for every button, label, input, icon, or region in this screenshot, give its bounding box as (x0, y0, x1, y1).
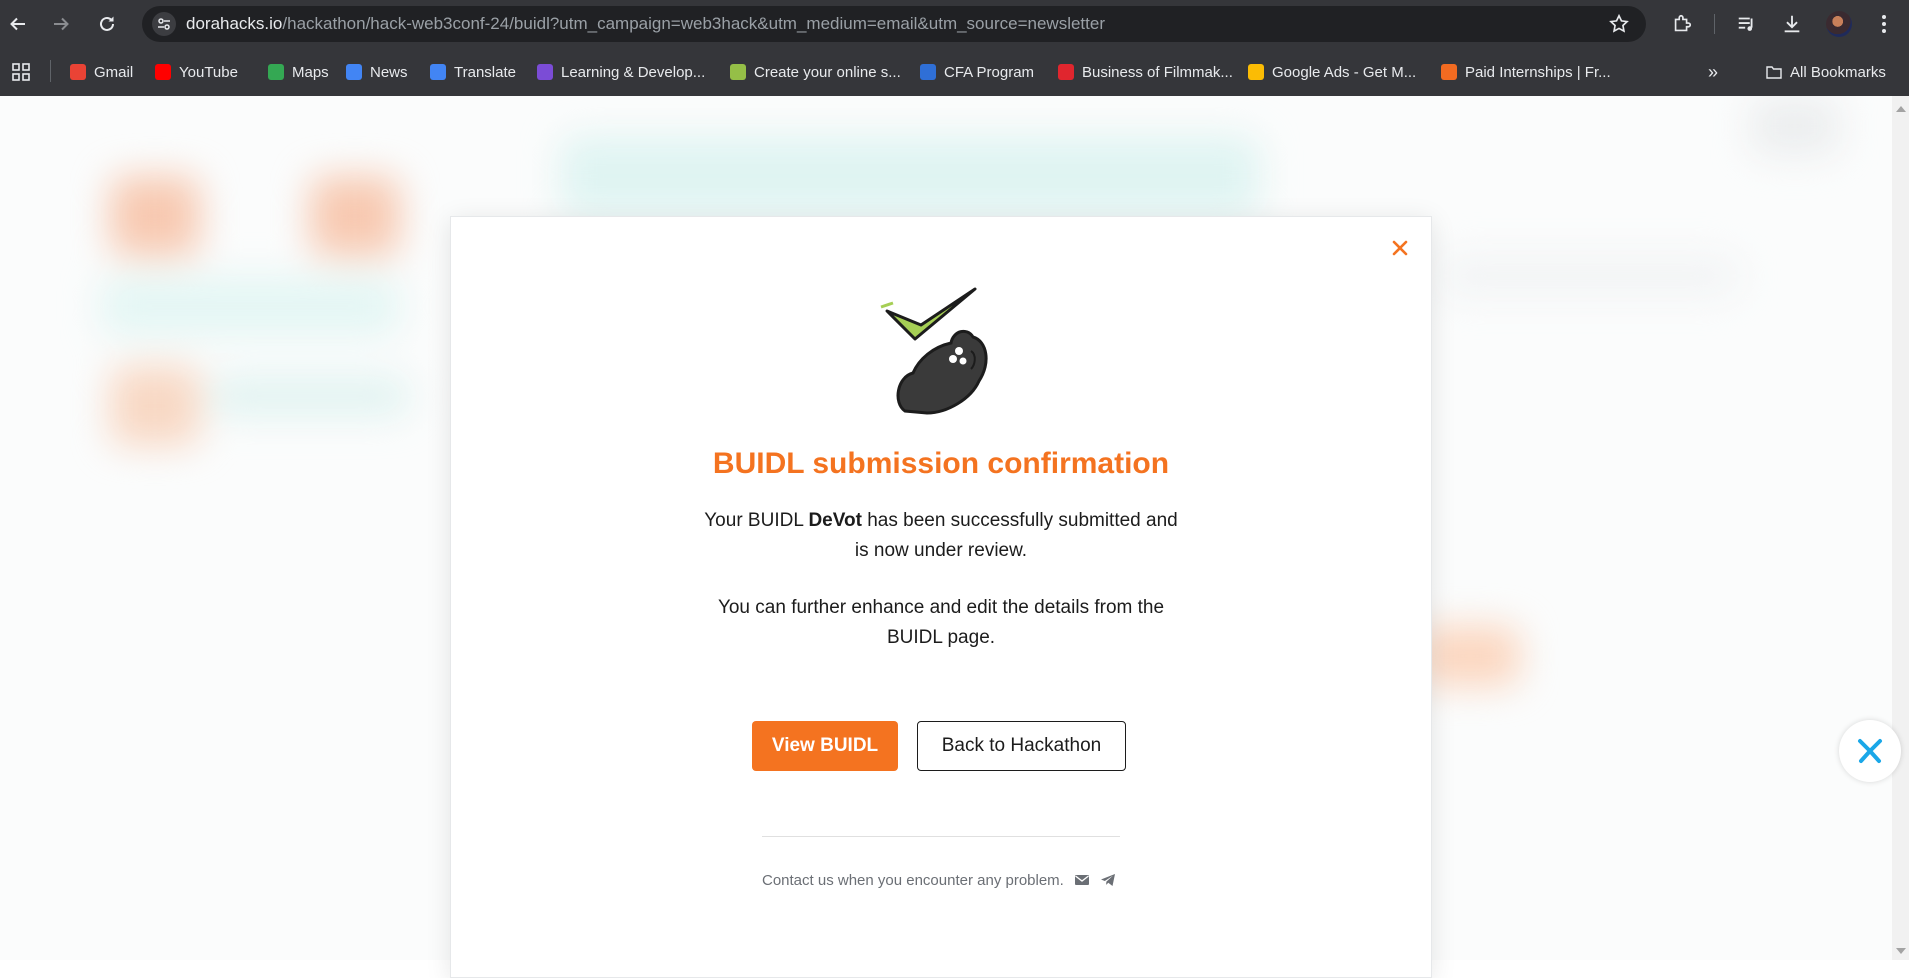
reload-button[interactable] (93, 10, 121, 38)
bookmark-item[interactable]: News (346, 60, 408, 84)
buidl-name: DeVot (808, 510, 862, 531)
reload-icon (100, 16, 114, 31)
downloads-button[interactable] (1778, 10, 1806, 38)
bg-shape (1750, 96, 1840, 156)
bookmark-label: Gmail (94, 63, 134, 81)
bookmark-label: YouTube (179, 63, 238, 81)
telegram-icon[interactable] (1100, 873, 1116, 887)
more-bookmarks-button[interactable]: » (1708, 60, 1718, 84)
scroll-up-arrow-icon[interactable] (1896, 106, 1906, 112)
browser-menu-button[interactable] (1870, 10, 1898, 38)
message-prefix: Your BUIDL (704, 510, 809, 531)
bookmark-star-icon[interactable] (1608, 13, 1630, 40)
message-suffix: has been successfully submitted and is n… (854, 510, 1178, 561)
view-buidl-button[interactable]: View BUIDL (752, 721, 898, 771)
filmmaking-icon (1058, 64, 1074, 80)
address-bar[interactable]: dorahacks.io/hackathon/hack-web3conf-24/… (142, 6, 1646, 42)
forward-button[interactable] (47, 10, 75, 38)
bookmark-item[interactable]: Business of Filmmak... (1058, 60, 1233, 84)
edit-details-message: You can further enhance and edit the det… (717, 597, 1165, 648)
shopify-icon (730, 64, 746, 80)
news-icon (346, 64, 362, 80)
floating-helper-button[interactable] (1839, 720, 1901, 782)
scroll-down-arrow-icon[interactable] (1896, 948, 1906, 954)
bookmark-item[interactable]: Translate (430, 60, 516, 84)
close-icon (1392, 240, 1408, 256)
profile-avatar[interactable] (1826, 11, 1852, 37)
back-button[interactable] (4, 10, 32, 38)
bookmark-label: Learning & Develop... (561, 63, 706, 81)
bookmark-label: Google Ads - Get M... (1272, 63, 1417, 81)
bookmark-label: News (370, 63, 408, 81)
gmail-icon (70, 64, 86, 80)
apps-button[interactable] (12, 60, 30, 84)
browser-toolbar: dorahacks.io/hackathon/hack-web3conf-24/… (0, 0, 1909, 48)
browser-chrome: dorahacks.io/hackathon/hack-web3conf-24/… (0, 0, 1909, 96)
internships-icon (1441, 64, 1457, 80)
footer-divider (762, 836, 1120, 837)
apps-grid-icon (12, 63, 30, 81)
folder-icon (1766, 66, 1782, 79)
bg-shape (110, 176, 200, 256)
bg-shape (1420, 626, 1520, 686)
translate-icon (430, 64, 446, 80)
bookmark-item[interactable]: Maps (268, 60, 329, 84)
bg-shape (210, 376, 410, 416)
contact-footer: Contact us when you encounter any proble… (762, 869, 1116, 891)
url-text[interactable]: dorahacks.io/hackathon/hack-web3conf-24/… (186, 6, 1105, 42)
download-icon (1784, 15, 1800, 33)
url-host: dorahacks.io (186, 14, 283, 33)
bookmark-item[interactable]: Create your online s... (730, 60, 901, 84)
url-path: /hackathon/hack-web3conf-24/buidl?utm_ca… (282, 14, 1105, 33)
maps-icon (268, 64, 284, 80)
learning-icon (537, 64, 553, 80)
more-vert-icon (1882, 15, 1886, 33)
email-icon[interactable] (1074, 873, 1090, 887)
contact-text: Contact us when you encounter any proble… (762, 871, 1064, 889)
bookmark-label: Business of Filmmak... (1082, 63, 1233, 81)
page-scrollbar[interactable] (1892, 96, 1909, 960)
bookmark-item[interactable]: Learning & Develop... (537, 60, 705, 84)
bookmark-item[interactable]: Google Ads - Get M... (1248, 60, 1416, 84)
queue-music-icon (1738, 17, 1753, 31)
back-to-hackathon-button[interactable]: Back to Hackathon (917, 721, 1126, 771)
bookmarks-divider (50, 60, 51, 82)
bookmark-label: Create your online s... (754, 63, 901, 81)
all-bookmarks-folder[interactable]: All Bookmarks (1766, 60, 1886, 84)
bookmark-item[interactable]: YouTube (155, 60, 238, 84)
bookmark-item[interactable]: CFA Program (920, 60, 1034, 84)
close-button[interactable] (1388, 236, 1412, 260)
bookmark-item[interactable]: Gmail (70, 60, 133, 84)
bg-shape (100, 276, 400, 336)
modal-title: BUIDL submission confirmation (712, 447, 1170, 480)
extensions-button[interactable] (1668, 10, 1696, 38)
bg-shape (310, 176, 400, 256)
bookmark-label: Maps (292, 63, 329, 81)
bg-shape (560, 136, 1260, 216)
bookmark-item[interactable]: Paid Internships | Fr... (1441, 60, 1611, 84)
mascot-checkmark-illustration (880, 287, 988, 415)
puzzle-icon (1674, 14, 1692, 32)
bookmark-label: CFA Program (944, 63, 1035, 81)
chevron-double-right-icon: » (1708, 61, 1719, 82)
bg-shape (1440, 256, 1740, 296)
youtube-icon (155, 64, 171, 80)
butterfly-icon (1858, 739, 1882, 763)
bookmark-label: Paid Internships | Fr... (1465, 63, 1611, 81)
site-info-icon[interactable] (152, 12, 176, 36)
arrow-left-icon (10, 17, 25, 31)
submission-confirmation-modal: BUIDL submission confirmation Your BUIDL… (450, 216, 1432, 978)
toolbar-divider (1714, 14, 1715, 34)
all-bookmarks-label: All Bookmarks (1790, 63, 1886, 81)
cfa-icon (920, 64, 936, 80)
bg-shape (110, 366, 200, 446)
submission-message: Your BUIDL DeVot has been successfully s… (701, 506, 1181, 566)
media-button[interactable] (1733, 10, 1761, 38)
bookmark-label: Translate (454, 63, 516, 81)
arrow-right-icon (54, 17, 69, 31)
google-ads-icon (1248, 64, 1264, 80)
